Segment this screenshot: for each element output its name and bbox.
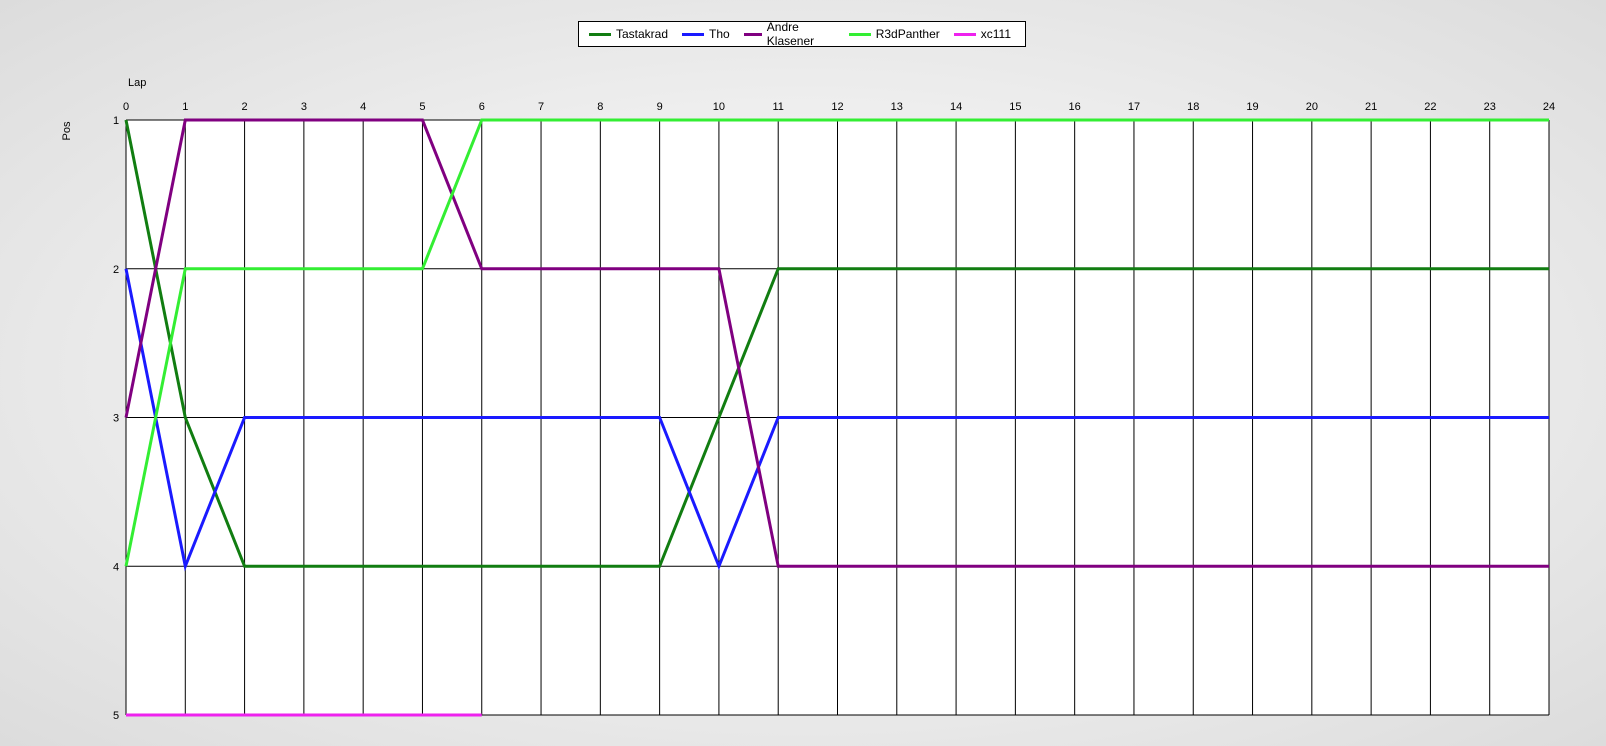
- position-chart: 0 1 2 3 4 5 6 7 8 9 10 11 12 13 14 15 16 17 18 19 20 21 22 23 24…: [61, 77, 1555, 722]
- x-tick-label-7: 7: [538, 101, 544, 113]
- x-tick-label-13: 13: [891, 101, 903, 113]
- x-tick-label-15: 15: [1009, 101, 1021, 113]
- x-tick-label-8: 8: [597, 101, 603, 113]
- x-tick-label-2: 2: [242, 101, 248, 113]
- x-tick-label-6: 6: [479, 101, 485, 113]
- x-tick-label-24: 24: [1543, 101, 1555, 113]
- x-tick-label-11: 11: [772, 101, 783, 113]
- x-tick-label-16: 16: [1069, 101, 1081, 113]
- x-tick-label-3: 3: [301, 101, 307, 113]
- y-axis-label: Pos: [61, 121, 73, 140]
- x-tick-label-0: 0: [123, 101, 129, 113]
- y-tick-label-5: 5: [113, 710, 119, 722]
- x-tick-label-17: 17: [1128, 101, 1140, 113]
- x-tick-label-22: 22: [1424, 101, 1436, 113]
- x-tick-label-5: 5: [419, 101, 425, 113]
- x-tick-label-9: 9: [657, 101, 663, 113]
- x-axis-label: Lap: [128, 77, 146, 89]
- x-tick-label-1: 1: [182, 101, 188, 113]
- x-tick-labels: 0 1 2 3 4 5 6 7 8 9 10 11 12 13 14 15 16 17 18 19 20 21 22 23 24: [123, 101, 1555, 113]
- y-tick-label-4: 4: [113, 561, 119, 573]
- y-tick-label-1: 1: [113, 115, 119, 127]
- y-tick-label-2: 2: [113, 264, 119, 276]
- x-tick-label-18: 18: [1187, 101, 1199, 113]
- y-tick-labels: 1 2 3 4 5: [113, 115, 119, 722]
- x-tick-label-10: 10: [713, 101, 725, 113]
- x-tick-label-14: 14: [950, 101, 962, 113]
- x-tick-label-12: 12: [831, 101, 843, 113]
- x-tick-label-4: 4: [360, 101, 366, 113]
- x-tick-label-21: 21: [1365, 101, 1377, 113]
- x-tick-label-20: 20: [1306, 101, 1318, 113]
- x-tick-label-19: 19: [1246, 101, 1258, 113]
- y-tick-label-3: 3: [113, 413, 119, 425]
- x-tick-label-23: 23: [1484, 101, 1496, 113]
